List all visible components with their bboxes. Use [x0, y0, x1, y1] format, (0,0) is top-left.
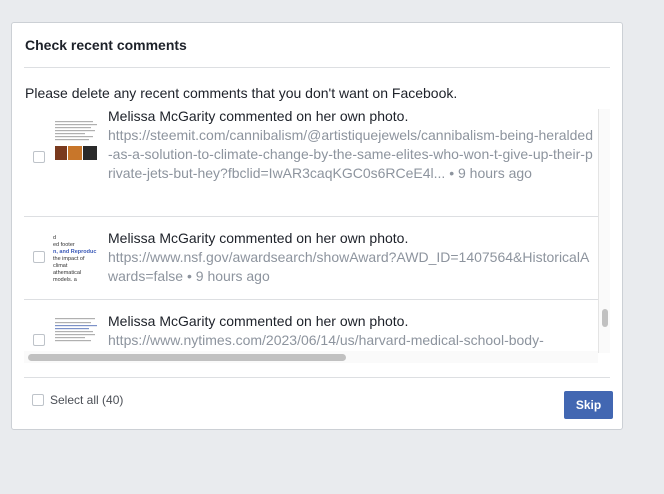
comment-item: Melissa McGarity commented on her own ph… [24, 300, 598, 353]
skip-button[interactable]: Skip [564, 391, 613, 419]
comment-timestamp: 9 hours ago [458, 165, 532, 181]
comment-actor-text: Melissa McGarity commented on her own ph… [108, 109, 409, 124]
comment-item: Melissa McGarity commented on her own ph… [24, 109, 598, 217]
comment-photo-thumbnail: d ed footer n, and Reproduc the impact o… [53, 235, 99, 281]
comment-actor-text: Melissa McGarity commented on her own ph… [108, 230, 409, 246]
separator-dot: • [186, 268, 192, 284]
comment-checkbox[interactable] [33, 151, 45, 163]
thumbnail-text: d [53, 235, 57, 241]
vertical-scrollbar-thumb[interactable] [602, 309, 608, 327]
select-all-checkbox[interactable] [32, 394, 44, 406]
comment-timestamp: 9 hours ago [195, 268, 270, 284]
vertical-scrollbar[interactable] [598, 109, 610, 353]
select-all-label: Select all (40) [50, 393, 124, 407]
separator-dot: • [449, 165, 455, 181]
check-recent-comments-dialog: Check recent comments Please delete any … [11, 22, 623, 430]
thumbnail-text: n, and Reproduc [53, 249, 97, 255]
divider [24, 67, 610, 68]
divider [24, 377, 610, 378]
dialog-instruction: Please delete any recent comments that y… [25, 85, 458, 101]
thumbnail-text: the impact of climat [53, 256, 85, 269]
comment-item: d ed footer n, and Reproduc the impact o… [24, 217, 598, 300]
comment-checkbox[interactable] [33, 334, 45, 346]
thumbnail-text: athematical models, a [53, 270, 82, 281]
thumbnail-text: ed footer [53, 242, 75, 248]
comment-link[interactable]: https://www.nytimes.com/2023/06/14/us/ha… [108, 332, 544, 348]
comment-photo-thumbnail [53, 314, 99, 353]
comment-checkbox[interactable] [33, 251, 45, 263]
comment-photo-thumbnail [53, 117, 99, 163]
dialog-title: Check recent comments [25, 37, 187, 53]
comment-link[interactable]: https://www.nsf.gov/awardsearch/showAwar… [108, 249, 589, 284]
horizontal-scrollbar[interactable] [24, 351, 598, 363]
comments-list[interactable]: Melissa McGarity commented on her own ph… [24, 109, 598, 353]
comment-actor-text: Melissa McGarity commented on her own ph… [108, 313, 409, 329]
select-all-control[interactable]: Select all (40) [32, 393, 123, 407]
horizontal-scrollbar-thumb[interactable] [28, 354, 346, 361]
